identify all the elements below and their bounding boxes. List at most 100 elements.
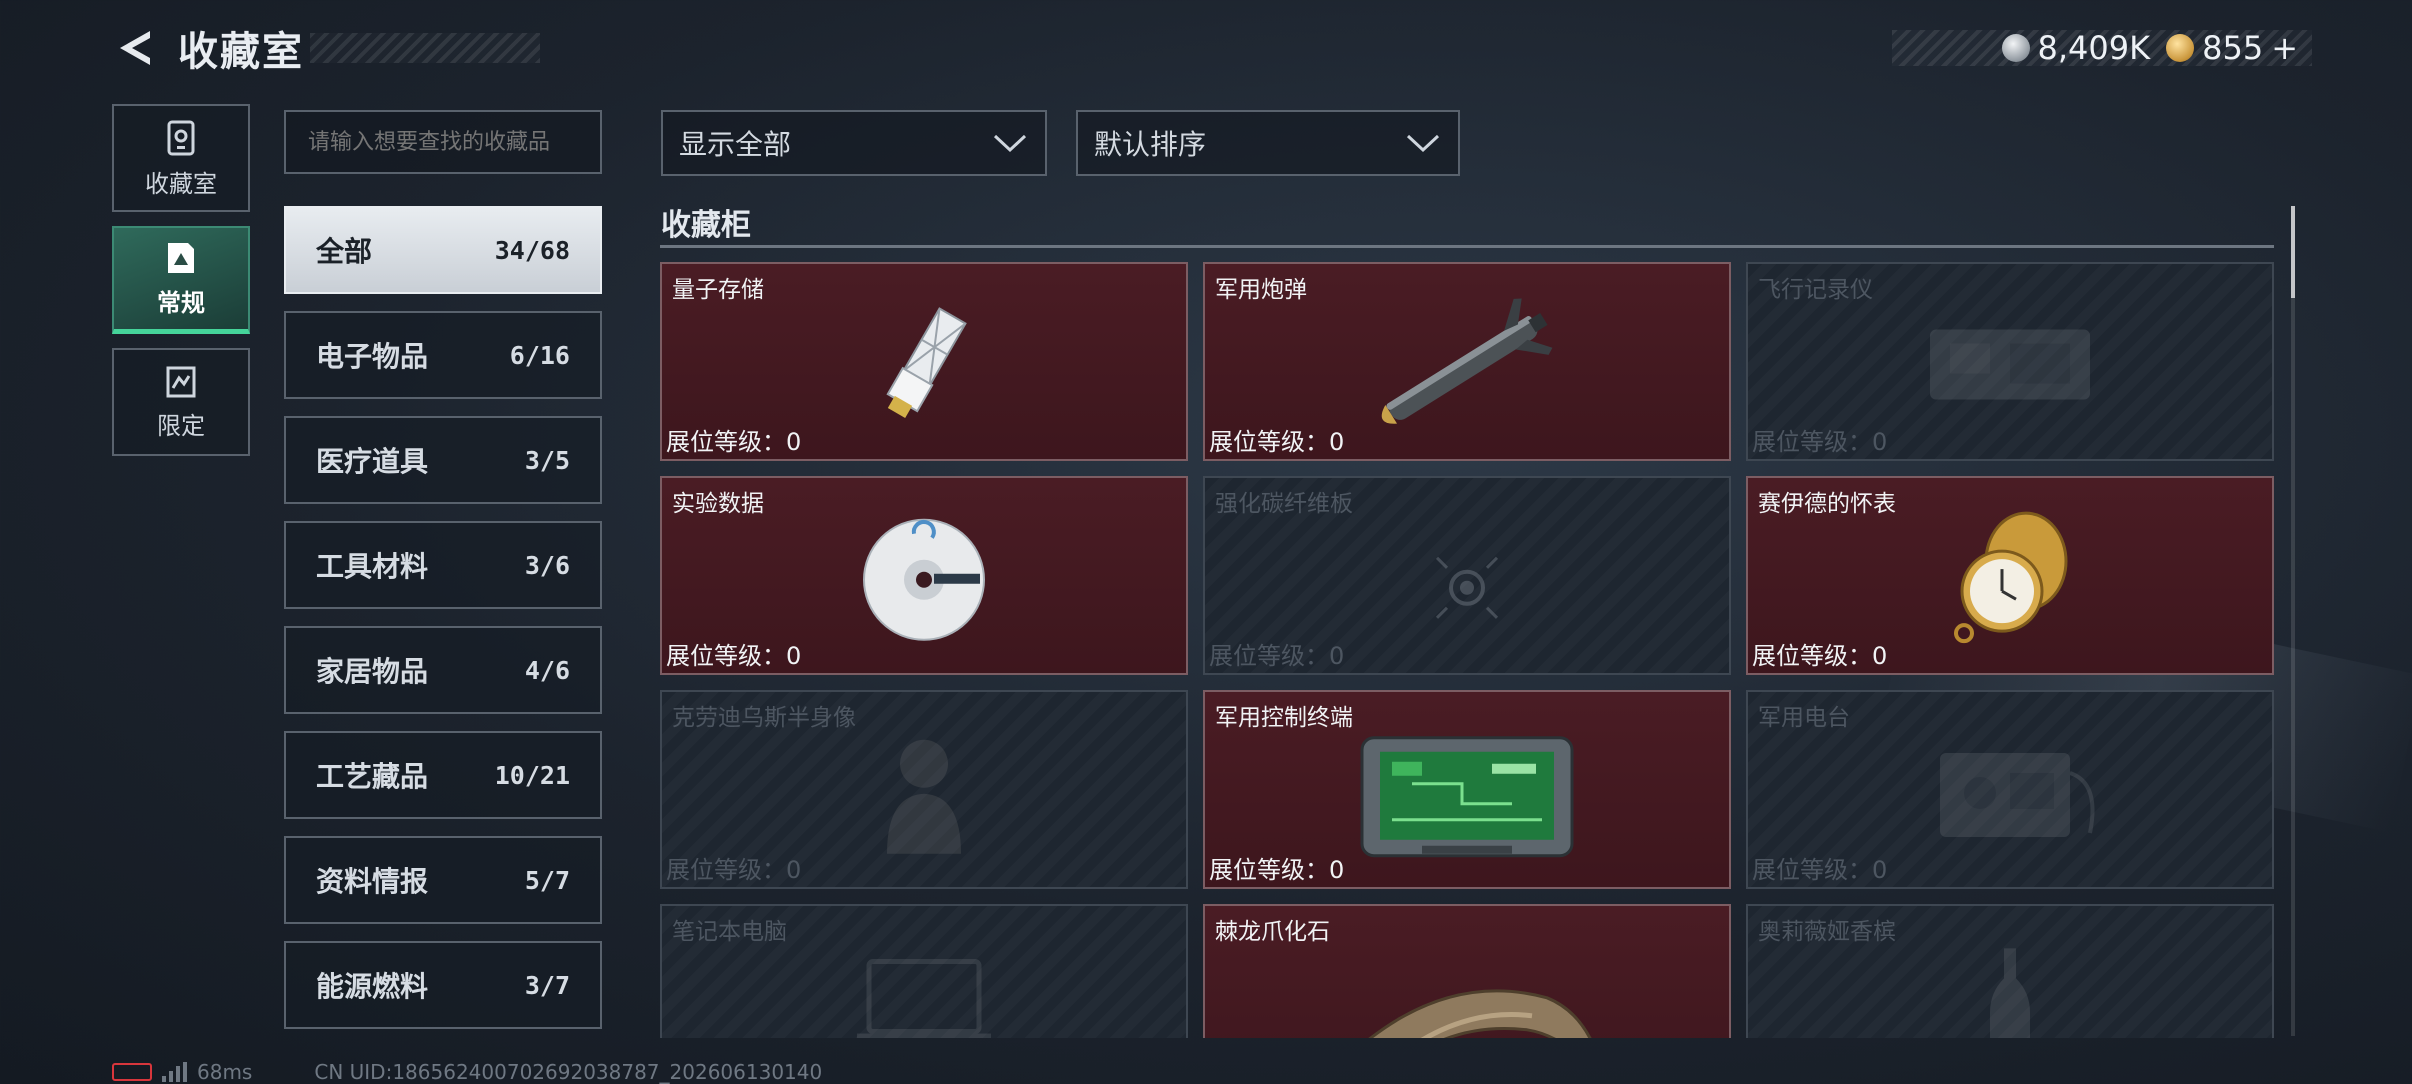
category-count: 3/5 [524,445,570,475]
booth-level: 展位等级：0 [1209,642,1345,670]
category-label: 能源燃料 [316,970,429,1003]
regular-icon [168,243,194,273]
item-name: 奥莉薇娅香槟 [1758,919,1896,945]
bust-icon [869,723,979,867]
category-all[interactable]: 全部 34/68 [284,206,602,294]
category-label: 家居物品 [316,655,429,688]
search-input[interactable] [284,110,602,174]
collection-grid-viewport: 量子存储 展位等级：0 军用炮弹 展位等级：0 飞行记录仪 展位等级：0 实验数… [660,262,2274,1038]
booth-level: 展位等级：0 [1752,428,1888,456]
category-count: 10/21 [494,760,570,790]
item-name: 棘龙爪化石 [1215,919,1330,945]
category-count: 34/68 [494,235,570,265]
back-arrow-icon[interactable] [112,25,158,71]
side-tab-label: 收藏室 [145,169,217,198]
category-label: 工具材料 [316,550,429,583]
display-filter-value: 显示全部 [679,128,792,161]
category-label: 资料情报 [316,865,429,898]
sort-value: 默认排序 [1094,128,1207,161]
collection-card[interactable]: 量子存储 展位等级：0 [660,262,1188,461]
collection-card[interactable]: 克劳迪乌斯半身像 展位等级：0 [660,690,1188,889]
missile-icon [1357,295,1577,439]
radio-icon [1910,732,2110,856]
item-name: 军用炮弹 [1215,277,1307,303]
item-name: 克劳迪乌斯半身像 [672,705,856,731]
side-tab-label: 限定 [157,411,205,440]
champagne-icon [1980,942,2040,1038]
scrollbar[interactable] [2291,206,2295,1036]
currency-silver: 8,409K [2001,29,2151,67]
uid-text: CN UID:186562400702692038787_20260613014… [314,1060,823,1084]
item-name: 实验数据 [672,491,764,517]
collection-card[interactable]: 实验数据 展位等级：0 [660,476,1188,675]
collection-card[interactable]: 军用控制终端 展位等级：0 [1203,690,1731,889]
item-name: 飞行记录仪 [1758,277,1873,303]
collection-card[interactable]: 奥莉薇娅香槟 [1746,904,2274,1038]
category-count: 3/6 [524,550,570,580]
battery-icon [112,1063,152,1081]
category-medical[interactable]: 医疗道具 3/5 [284,416,602,504]
collection-card[interactable]: 笔记本电脑 [660,904,1188,1038]
category-count: 3/7 [524,970,570,1000]
control-terminal-icon [1352,723,1582,867]
category-label: 工艺藏品 [316,760,429,793]
item-name: 笔记本电脑 [672,919,787,945]
gold-coin-icon [2166,34,2195,62]
add-currency-icon[interactable]: + [2271,29,2298,67]
category-intel[interactable]: 资料情报 5/7 [284,836,602,924]
category-electronics[interactable]: 电子物品 6/16 [284,311,602,399]
category-label: 医疗道具 [316,445,429,478]
side-tab-limited[interactable]: 限定 [112,348,250,456]
limited-icon [166,366,196,397]
collection-room-icon [167,120,195,155]
category-count: 5/7 [524,865,570,895]
category-label: 电子物品 [316,340,429,373]
category-household[interactable]: 家居物品 4/6 [284,626,602,714]
category-crafts[interactable]: 工艺藏品 10/21 [284,731,602,819]
scroll-thumb[interactable] [2291,206,2295,298]
flight-recorder-icon [1910,309,2110,423]
category-energy[interactable]: 能源燃料 3/7 [284,941,602,1029]
title-decoration [310,33,540,63]
booth-level: 展位等级：0 [1752,642,1888,670]
side-nav: 收藏室 常规 限定 [112,104,250,470]
side-tab-collection-room[interactable]: 收藏室 [112,104,250,212]
category-count: 6/16 [509,340,570,370]
item-name: 赛伊德的怀表 [1758,491,1896,517]
section-title: 收藏柜 [661,208,751,243]
category-count: 4/6 [524,655,570,685]
item-name: 强化碳纤维板 [1215,491,1353,517]
item-name: 军用控制终端 [1215,705,1353,731]
collection-card[interactable]: 强化碳纤维板 展位等级：0 [1203,476,1731,675]
booth-level: 展位等级：0 [1209,428,1345,456]
laptop-icon [849,951,999,1038]
category-list: 全部 34/68 电子物品 6/16 医疗道具 3/5 工具材料 3/6 家居物… [284,206,602,1046]
booth-level: 展位等级：0 [1209,856,1345,884]
booth-level: 展位等级：0 [666,428,802,456]
item-name: 军用电台 [1758,705,1850,731]
booth-level: 展位等级：0 [1752,856,1888,884]
collection-card[interactable]: 棘龙爪化石 [1203,904,1731,1038]
section-divider [660,245,2274,248]
collection-card[interactable]: 赛伊德的怀表 展位等级：0 [1746,476,2274,675]
sort-select[interactable]: 默认排序 [1076,110,1460,176]
display-filter-select[interactable]: 显示全部 [661,110,1047,176]
header: 收藏室 [112,22,540,75]
currency-gold-value: 855 [2202,29,2264,67]
currency-bar: 8,409K 855 + [1892,29,2312,67]
booth-level: 展位等级：0 [666,856,802,884]
currency-gold[interactable]: 855 + [2166,29,2298,67]
silver-coin-icon [2001,34,2030,62]
side-tab-regular[interactable]: 常规 [112,226,250,334]
collection-card[interactable]: 军用电台 展位等级：0 [1746,690,2274,889]
claw-fossil-icon [1317,957,1617,1038]
collection-grid: 量子存储 展位等级：0 军用炮弹 展位等级：0 飞行记录仪 展位等级：0 实验数… [660,262,2274,1038]
collection-card[interactable]: 飞行记录仪 展位等级：0 [1746,262,2274,461]
collection-card[interactable]: 军用炮弹 展位等级：0 [1203,262,1731,461]
disc-icon [854,509,994,653]
category-tools[interactable]: 工具材料 3/6 [284,521,602,609]
target-icon [1422,532,1512,626]
currency-silver-value: 8,409K [2037,29,2151,67]
chevron-down-icon [993,134,1027,153]
side-tab-label: 常规 [157,289,205,317]
